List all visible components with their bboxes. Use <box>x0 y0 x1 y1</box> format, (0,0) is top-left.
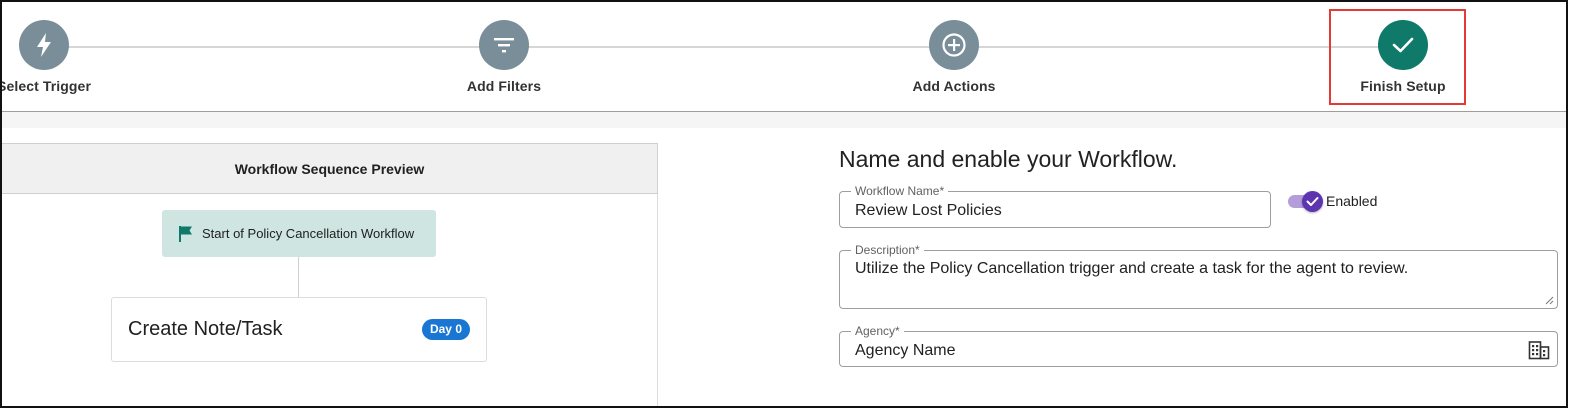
agency-select[interactable]: Agency Name <box>855 342 956 360</box>
step-add-filters[interactable]: Add Filters <box>434 20 574 94</box>
step-add-actions[interactable]: Add Actions <box>884 20 1024 94</box>
step-add-filters-label: Add Filters <box>466 78 542 94</box>
agency-label: Agency* <box>851 324 904 338</box>
action-card-create-note-task[interactable]: Create Note/Task Day 0 <box>111 297 487 362</box>
building-icon[interactable] <box>1528 340 1550 360</box>
resize-handle-icon[interactable] <box>1544 295 1554 305</box>
step-select-trigger-label: Select Trigger <box>0 78 91 94</box>
workflow-name-label: Workflow Name* <box>851 184 949 198</box>
stepper-connector-line <box>42 46 1392 48</box>
enabled-toggle[interactable] <box>1286 190 1324 212</box>
flag-icon <box>179 225 192 242</box>
step-add-actions-circle[interactable] <box>929 20 979 70</box>
form-title: Name and enable your Workflow. <box>839 146 1178 172</box>
description-textarea[interactable]: Utilize the Policy Cancellation trigger … <box>855 260 1408 278</box>
description-field[interactable]: Description* Utilize the Policy Cancella… <box>839 243 1558 309</box>
step-add-actions-label: Add Actions <box>912 78 996 94</box>
separator-band <box>2 112 1566 128</box>
description-label: Description* <box>851 243 924 257</box>
lightning-bolt-icon <box>37 33 51 57</box>
enabled-label: Enabled <box>1326 193 1378 209</box>
step-select-trigger-circle[interactable] <box>19 20 69 70</box>
check-icon <box>1306 197 1319 206</box>
workflow-name-field[interactable]: Workflow Name* Review Lost Policies <box>839 184 1271 228</box>
stepper: Select Trigger Add Filters Add Actions F… <box>2 2 1566 112</box>
start-node: Start of Policy Cancellation Workflow <box>162 210 436 257</box>
agency-field[interactable]: Agency* Agency Name <box>839 324 1558 367</box>
preview-header: Workflow Sequence Preview <box>2 143 658 194</box>
workflow-name-input[interactable]: Review Lost Policies <box>855 202 1002 220</box>
filter-icon <box>494 38 514 53</box>
action-card-title: Create Note/Task <box>128 318 283 340</box>
active-step-highlight <box>1329 9 1466 105</box>
step-select-trigger[interactable]: Select Trigger <box>0 20 114 94</box>
day-badge: Day 0 <box>421 319 470 340</box>
sequence-connector <box>298 257 299 297</box>
start-node-label: Start of Policy Cancellation Workflow <box>202 226 415 241</box>
workflow-sequence-preview: Workflow Sequence Preview Start of Polic… <box>2 143 658 406</box>
step-add-filters-circle[interactable] <box>479 20 529 70</box>
workflow-setup-window: Select Trigger Add Filters Add Actions F… <box>0 0 1568 408</box>
plus-circle-icon <box>942 33 966 57</box>
toggle-knob[interactable] <box>1302 191 1323 212</box>
